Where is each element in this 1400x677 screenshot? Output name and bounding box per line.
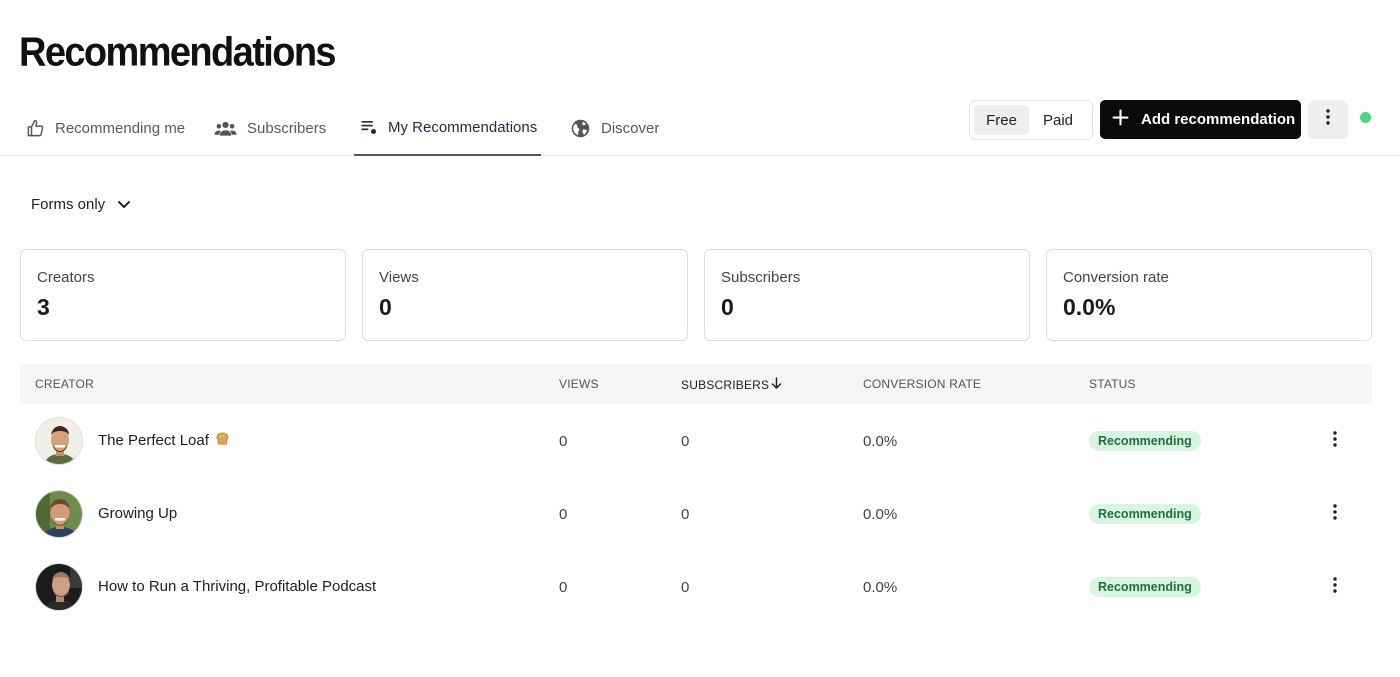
table-row[interactable]: The Perfect Loaf 0 0 0.0% Recommending [20,404,1372,477]
tab-recommending-me[interactable]: Recommending me [26,100,185,156]
stat-label: Creators [37,269,95,286]
creator-name-text: The Perfect Loaf [98,432,209,449]
globe-icon [570,118,591,139]
list-icon [360,118,378,136]
vertical-dots-icon [1326,109,1330,130]
tab-my-recommendations[interactable]: My Recommendations [354,100,542,156]
cell-views: 0 [559,506,568,523]
row-menu-button[interactable] [1323,501,1347,527]
column-header-conversion-rate[interactable]: CONVERSION RATE [863,377,981,391]
cell-conversion-rate: 0.0% [863,433,898,450]
tab-label: Subscribers [247,119,327,137]
vertical-dots-icon [1333,503,1337,525]
column-header-subscribers[interactable]: SUBSCRIBERS [681,377,782,392]
tab-discover[interactable]: Discover [570,100,659,156]
bread-icon [215,432,230,449]
free-paid-toggle: Free Paid [969,100,1093,140]
stat-card-subscribers: Subscribers 0 [704,249,1030,341]
stat-label: Subscribers [721,269,801,286]
creator-avatar [35,490,83,538]
creator-name[interactable]: The Perfect Loaf [98,432,230,449]
stat-label: Conversion rate [1063,269,1169,286]
column-header-label: SUBSCRIBERS [681,377,770,392]
arrow-down-icon [771,377,782,392]
cell-conversion-rate: 0.0% [863,506,898,523]
creator-name[interactable]: Growing Up [98,505,177,522]
cell-conversion-rate: 0.0% [863,579,898,596]
more-options-button[interactable] [1308,100,1348,139]
status-badge: Recommending [1089,577,1201,597]
creator-avatar [35,563,83,611]
row-menu-button[interactable] [1323,428,1347,454]
plus-icon [1112,109,1129,130]
cell-views: 0 [559,579,568,596]
cell-subscribers: 0 [681,506,690,523]
table-row[interactable]: Growing Up 0 0 0.0% Recommending [20,477,1372,550]
stat-value: 3 [37,294,50,320]
row-menu-button[interactable] [1323,574,1347,600]
column-header-status[interactable]: STATUS [1089,377,1136,391]
status-dot [1360,112,1371,123]
users-icon [214,120,237,137]
page-title: Recommendations [19,30,337,76]
tab-subscribers[interactable]: Subscribers [214,100,326,156]
column-header-creator[interactable]: CREATOR [35,377,94,391]
vertical-dots-icon [1333,576,1337,598]
vertical-dots-icon [1333,430,1337,452]
tab-label: Discover [601,119,660,137]
stat-label: Views [379,269,419,286]
add-recommendation-button[interactable]: Add recommendation [1100,100,1301,139]
tab-label: My Recommendations [388,118,538,136]
filter-label: Forms only [31,196,106,213]
forms-filter-dropdown[interactable]: Forms only [31,196,131,213]
creator-name-text: Growing Up [98,505,178,522]
table-header: CREATOR VIEWS SUBSCRIBERS CONVERSION RAT… [20,364,1372,404]
cell-subscribers: 0 [681,579,690,596]
tab-label: Recommending me [55,119,186,137]
creator-name[interactable]: How to Run a Thriving, Profitable Podcas… [98,578,376,595]
status-badge: Recommending [1089,504,1201,524]
toggle-paid[interactable]: Paid [1029,105,1087,135]
stat-value: 0 [721,294,734,320]
status-badge: Recommending [1089,431,1201,451]
stat-value: 0 [379,294,392,320]
creator-name-text: How to Run a Thriving, Profitable Podcas… [98,578,377,595]
toggle-free[interactable]: Free [974,105,1029,135]
stat-card-views: Views 0 [362,249,688,341]
add-recommendation-label: Add recommendation [1141,111,1296,128]
stat-card-conversion-rate: Conversion rate 0.0% [1046,249,1372,341]
cell-views: 0 [559,433,568,450]
stat-value: 0.0% [1063,294,1116,320]
thumbs-up-icon [26,119,45,138]
column-header-views[interactable]: VIEWS [559,377,599,391]
stat-card-creators: Creators 3 [20,249,346,341]
cell-subscribers: 0 [681,433,690,450]
chevron-down-icon [117,196,131,213]
table-row[interactable]: How to Run a Thriving, Profitable Podcas… [20,550,1372,623]
creator-avatar [35,417,83,465]
